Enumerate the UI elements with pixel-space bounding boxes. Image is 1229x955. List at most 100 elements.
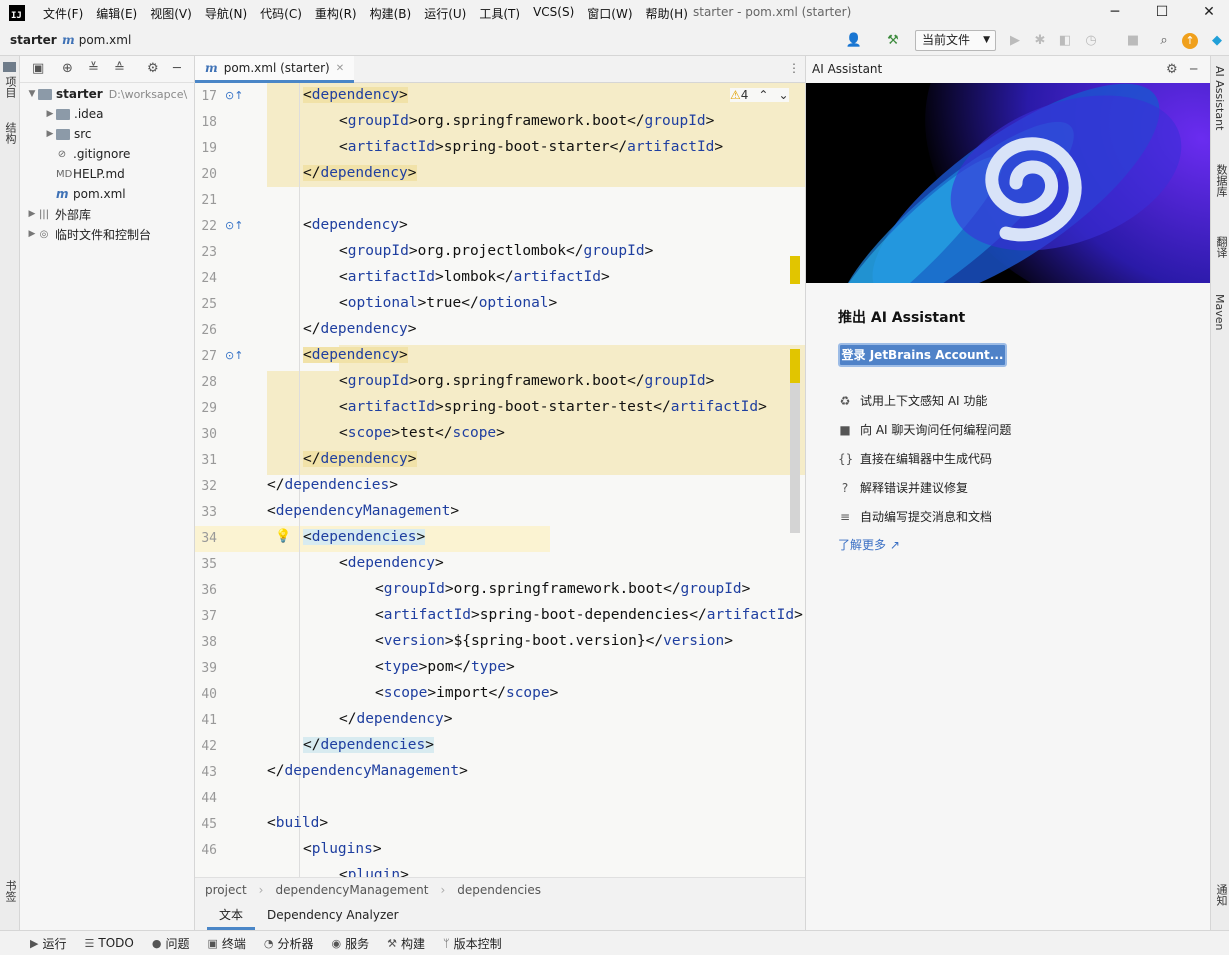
status-tool-button[interactable]: ◔ 分析器 xyxy=(264,935,314,952)
inspection-widget[interactable]: ⚠4 ⌃ ⌄ xyxy=(730,88,789,102)
tree-item[interactable]: ▼ starter D:\worksapce\ xyxy=(20,84,195,104)
tree-item[interactable]: MD HELP.md xyxy=(20,164,195,184)
gear-icon[interactable]: ⚙ xyxy=(147,61,159,76)
tree-item[interactable]: ⊘ .gitignore xyxy=(20,144,195,164)
xml-text: > xyxy=(505,659,515,675)
menu-item[interactable]: 视图(V) xyxy=(150,5,192,22)
tree-item-label: 外部库 xyxy=(55,207,92,222)
chevron-right-icon[interactable]: ▶ xyxy=(26,229,38,239)
tab-dependency-analyzer[interactable]: Dependency Analyzer xyxy=(255,902,411,930)
tool-window-icon: ▣ xyxy=(207,936,218,950)
status-tool-button[interactable]: ◉ 服务 xyxy=(332,935,370,952)
xml-text: > xyxy=(459,763,468,779)
override-marker-icon[interactable]: ⊙↑ xyxy=(225,89,243,102)
breadcrumb-file[interactable]: m pom.xml xyxy=(62,33,131,47)
hammer-icon[interactable]: ⚒ xyxy=(884,32,902,50)
run-config-dropdown[interactable]: 当前文件 ▼ xyxy=(915,30,996,51)
status-tool-button[interactable]: ▣ 终端 xyxy=(207,935,245,952)
tree-item[interactable]: ▶ ||| 外部库 xyxy=(20,204,195,224)
prev-highlight-icon[interactable]: ⌃ xyxy=(758,88,768,102)
xml-text: < xyxy=(339,399,348,415)
tab-ai-assistant[interactable]: AI Assistant xyxy=(1213,66,1226,130)
override-marker-icon[interactable]: ⊙↑ xyxy=(225,349,243,362)
tree-item[interactable]: m pom.xml xyxy=(20,184,195,204)
menu-item[interactable]: 帮助(H) xyxy=(646,5,688,22)
close-tab-icon[interactable]: ✕ xyxy=(336,63,344,74)
more-icon[interactable]: ⋮ xyxy=(788,61,800,75)
menu-item[interactable]: VCS(S) xyxy=(533,5,574,22)
breadcrumb-item[interactable]: dependencies xyxy=(457,883,541,897)
xml-text: < xyxy=(267,815,276,831)
update-icon[interactable]: ↑ xyxy=(1182,33,1198,49)
hide-icon[interactable]: ─ xyxy=(1190,56,1197,83)
profile-icon[interactable]: ◷ xyxy=(1082,32,1100,50)
tab-text[interactable]: 文本 xyxy=(207,902,256,930)
menu-item[interactable]: 构建(B) xyxy=(370,5,412,22)
tab-translate[interactable]: 翻译 xyxy=(1213,236,1229,258)
code-line: <groupId>org.springframework.boot</group… xyxy=(339,113,714,129)
tab-project[interactable]: 项目 xyxy=(2,76,18,98)
line-number: 42 xyxy=(201,739,217,754)
stop-icon[interactable]: ■ xyxy=(1124,32,1142,50)
status-tool-button[interactable]: ⚒ 构建 xyxy=(387,935,425,952)
debug-icon[interactable]: ✱ xyxy=(1031,32,1049,50)
tab-maven[interactable]: Maven xyxy=(1213,294,1226,330)
run-icon[interactable]: ▶ xyxy=(1006,32,1024,50)
user-icon[interactable]: 👤 xyxy=(845,32,863,50)
close-icon[interactable]: ✕ xyxy=(1199,3,1219,21)
tree-item[interactable]: ▶ .idea xyxy=(20,104,195,124)
scrollbar-thumb[interactable] xyxy=(790,383,800,533)
status-tool-button[interactable]: ᛘ 版本控制 xyxy=(443,935,502,952)
xml-text: >spring-boot-starter</ xyxy=(435,139,628,155)
line-number: 28 xyxy=(201,375,217,390)
breadcrumb-project[interactable]: starter xyxy=(10,33,57,47)
locate-icon[interactable]: ⊕ xyxy=(62,61,73,76)
search-icon[interactable]: ⌕ xyxy=(1155,32,1173,50)
tab-database[interactable]: 数据库 xyxy=(1213,164,1229,197)
maximize-icon[interactable]: ☐ xyxy=(1152,3,1172,21)
status-tool-button[interactable]: ☰ TODO xyxy=(84,936,133,950)
menu-item[interactable]: 编辑(E) xyxy=(96,5,137,22)
code-editor[interactable]: 17 ⊙↑ <dependency> 18 <groupId>org.springfra… xyxy=(195,83,805,877)
menu-item[interactable]: 文件(F) xyxy=(43,5,83,22)
menu-item[interactable]: 导航(N) xyxy=(205,5,247,22)
coverage-icon[interactable]: ◧ xyxy=(1056,32,1074,50)
minimize-icon[interactable]: ─ xyxy=(1105,3,1125,21)
xml-text: </ xyxy=(303,165,321,181)
tool-window-icon: ▶ xyxy=(30,936,39,950)
breadcrumb-item[interactable]: project xyxy=(205,883,247,897)
tab-bookmarks[interactable]: 书签 xyxy=(2,880,18,902)
menu-item[interactable]: 工具(T) xyxy=(479,5,520,22)
gear-icon[interactable]: ⚙ xyxy=(1166,56,1178,83)
window-icon[interactable]: ▣ xyxy=(32,61,44,76)
tab-notifications[interactable]: 通知 xyxy=(1213,884,1229,906)
override-marker-icon[interactable]: ⊙↑ xyxy=(225,219,243,232)
login-button[interactable]: 登录 JetBrains Account... xyxy=(838,343,1007,367)
chevron-right-icon[interactable]: ▶ xyxy=(26,209,38,219)
menu-item[interactable]: 重构(R) xyxy=(315,5,357,22)
expand-all-icon[interactable]: ≚ xyxy=(88,61,99,76)
status-tool-button[interactable]: ● 问题 xyxy=(152,935,190,952)
menu-item[interactable]: 代码(C) xyxy=(260,5,302,22)
breadcrumb-item[interactable]: dependencyManagement xyxy=(275,883,428,897)
tab-pom-xml[interactable]: m pom.xml (starter) ✕ xyxy=(195,56,355,83)
feature-icon: ♻ xyxy=(839,393,851,408)
chevron-down-icon[interactable]: ▼ xyxy=(26,89,38,99)
xml-text: </ xyxy=(267,477,285,493)
chevron-right-icon[interactable]: ▶ xyxy=(44,129,56,139)
tree-item[interactable]: ▶ ◎ 临时文件和控制台 xyxy=(20,224,195,244)
status-tool-button[interactable]: ▶ 运行 xyxy=(30,935,66,952)
next-highlight-icon[interactable]: ⌄ xyxy=(778,88,788,102)
hide-icon[interactable]: ─ xyxy=(173,61,181,76)
tree-item[interactable]: ▶ src xyxy=(20,124,195,144)
learn-more-link[interactable]: 了解更多 ↗ xyxy=(838,536,900,553)
folder-icon xyxy=(56,128,70,140)
jetbrains-icon[interactable]: ◆ xyxy=(1208,32,1226,50)
collapse-all-icon[interactable]: ≙ xyxy=(114,61,125,76)
chevron-right-icon[interactable]: ▶ xyxy=(44,109,56,119)
tab-structure[interactable]: 结构 xyxy=(2,122,18,144)
xml-text: < xyxy=(339,425,348,441)
lightbulb-icon[interactable]: 💡 xyxy=(275,529,291,544)
menu-item[interactable]: 运行(U) xyxy=(424,5,466,22)
menu-item[interactable]: 窗口(W) xyxy=(587,5,632,22)
